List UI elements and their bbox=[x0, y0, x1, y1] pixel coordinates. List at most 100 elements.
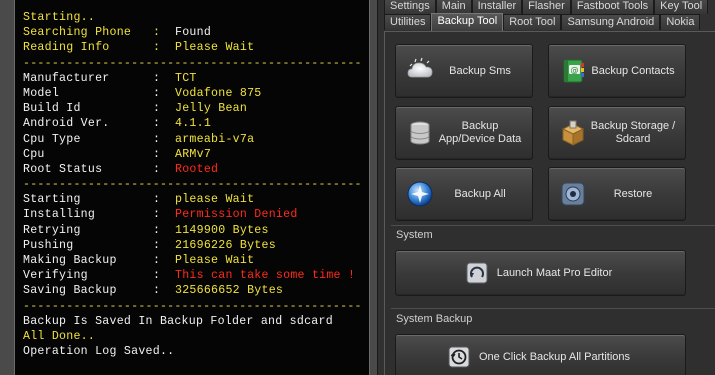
console-separator: ----------------------------------------… bbox=[23, 178, 362, 192]
console-key: Installing bbox=[23, 208, 96, 222]
contacts-book-icon: @ bbox=[559, 57, 587, 85]
console-kv-line: Cpu: ARMv7 bbox=[23, 147, 369, 162]
console-value: please Wait bbox=[175, 193, 255, 207]
console-key: Manufacturer bbox=[23, 71, 110, 85]
system-section-label: System bbox=[396, 229, 433, 241]
tab-main[interactable]: Main bbox=[435, 0, 472, 14]
tab-root-tool[interactable]: Root Tool bbox=[503, 14, 562, 30]
console-key: Verifying bbox=[23, 269, 88, 283]
one-click-backup-label: One Click Backup All Partitions bbox=[478, 350, 630, 363]
storage-box-icon bbox=[559, 119, 587, 147]
console-kv-line: Verifying: This can take some time ! bbox=[23, 268, 369, 283]
console-value: Permission Denied bbox=[175, 208, 298, 222]
console-key: Build Id bbox=[23, 102, 81, 116]
console-value: armeabi-v7a bbox=[175, 132, 255, 146]
restore-icon bbox=[559, 180, 587, 208]
console-kv-line: Searching Phone: Found bbox=[23, 25, 369, 40]
launch-maat-editor-label: Launch Maat Pro Editor bbox=[496, 266, 613, 279]
history-clock-icon bbox=[445, 343, 473, 371]
system-backup-section-label: System Backup bbox=[396, 313, 473, 325]
console-key: Retrying bbox=[23, 223, 81, 237]
console-kv-line: Saving Backup:325666652 Bytes bbox=[23, 283, 369, 298]
console-kv-line: Cpu Type: armeabi-v7a bbox=[23, 132, 369, 147]
console-value: TCT bbox=[175, 71, 197, 85]
console-key: Cpu bbox=[23, 147, 45, 161]
console-key: Pushing bbox=[23, 238, 74, 252]
console-kv-line: Android Ver.:4.1.1 bbox=[23, 116, 369, 131]
console-key: Starting bbox=[23, 193, 81, 207]
console-kv-line: Pushing:21696226 Bytes bbox=[23, 238, 369, 253]
tab-fastboot-tools[interactable]: Fastboot Tools bbox=[570, 0, 655, 14]
console-line: Backup Is Saved In Backup Folder and sdc… bbox=[23, 314, 333, 328]
one-click-backup-button[interactable]: One Click Backup All Partitions bbox=[395, 334, 686, 375]
tab-backup-tool[interactable]: Backup Tool bbox=[431, 13, 504, 31]
tab-settings[interactable]: Settings bbox=[384, 0, 436, 14]
app-window: Starting.. Searching Phone: Found Reading I… bbox=[0, 0, 715, 375]
console-colon: : bbox=[153, 284, 161, 298]
console-line: Starting.. bbox=[23, 11, 96, 24]
tab-key-tool[interactable]: Key Tool bbox=[654, 0, 709, 14]
console-colon: : bbox=[153, 86, 161, 100]
console-kv-line: Making Backup: Please Wait bbox=[23, 253, 369, 268]
console-colon: : bbox=[153, 132, 161, 146]
console-colon: : bbox=[153, 26, 161, 40]
tab-installer[interactable]: Installer bbox=[471, 0, 523, 14]
backup-app-data-label: Backup App/Device Data bbox=[438, 120, 522, 145]
backup-storage-label: Backup Storage / Sdcard bbox=[590, 120, 676, 145]
console-kv-line: Build Id: Jelly Bean bbox=[23, 101, 369, 116]
backup-contacts-label: Backup Contacts bbox=[591, 64, 675, 77]
system-backup-section-line bbox=[391, 308, 715, 309]
backup-contacts-button[interactable]: @ Backup Contacts bbox=[548, 44, 686, 98]
backup-sms-label: Backup Sms bbox=[449, 64, 511, 77]
tab-nokia[interactable]: Nokia bbox=[660, 14, 701, 30]
console-key: Model bbox=[23, 86, 60, 100]
console-value: Please Wait bbox=[175, 41, 255, 55]
tab-row-bottom: Utilities Backup Tool Root Tool Samsung And… bbox=[384, 13, 701, 31]
console-log: Starting.. Searching Phone: Found Reading I… bbox=[14, 0, 370, 375]
restore-button[interactable]: Restore bbox=[548, 167, 686, 221]
console-value: Jelly Bean bbox=[175, 102, 248, 116]
console-colon: : bbox=[153, 117, 161, 131]
console-kv-line: Reading Info: Please Wait bbox=[23, 40, 369, 55]
backup-tool-pane: Backup Sms @ Backup Contacts Backup App/… bbox=[384, 31, 715, 375]
console-separator: ----------------------------------------… bbox=[23, 299, 362, 313]
console-value: Vodafone 875 bbox=[175, 86, 262, 100]
console-key: Reading Info bbox=[23, 41, 110, 55]
backup-storage-button[interactable]: Backup Storage / Sdcard bbox=[548, 106, 686, 160]
console-value: Rooted bbox=[175, 162, 219, 176]
tab-flasher[interactable]: Flasher bbox=[522, 0, 571, 14]
console-colon: : bbox=[153, 238, 161, 252]
console-value: 21696226 Bytes bbox=[175, 238, 276, 252]
editor-icon bbox=[463, 259, 491, 287]
console-kv-line: Manufacturer: TCT bbox=[23, 71, 369, 86]
console-key: Making Backup bbox=[23, 254, 117, 267]
console-key: Searching Phone bbox=[23, 26, 132, 40]
backup-sms-button[interactable]: Backup Sms bbox=[395, 44, 533, 98]
console-frame: Starting.. Searching Phone: Found Reading I… bbox=[0, 0, 378, 375]
backup-all-button[interactable]: Backup All bbox=[395, 167, 533, 221]
database-icon bbox=[406, 119, 434, 147]
tool-panel: Settings Main Installer Flasher Fastboot Too… bbox=[378, 0, 715, 375]
launch-maat-editor-button[interactable]: Launch Maat Pro Editor bbox=[395, 250, 686, 296]
console-colon: : bbox=[153, 162, 161, 176]
console-value: This can take some time ! bbox=[175, 269, 356, 283]
backup-all-label: Backup All bbox=[454, 187, 506, 200]
console-value: ARMv7 bbox=[175, 147, 212, 161]
console-line: Operation Log Saved.. bbox=[23, 345, 175, 359]
console-colon: : bbox=[153, 269, 161, 283]
tab-utilities[interactable]: Utilities bbox=[384, 14, 432, 30]
console-kv-line: Retrying:1149900 Bytes bbox=[23, 223, 369, 238]
tab-row-top: Settings Main Installer Flasher Fastboot Too… bbox=[384, 0, 709, 14]
backup-app-data-button[interactable]: Backup App/Device Data bbox=[395, 106, 533, 160]
console-colon: : bbox=[153, 147, 161, 161]
console-colon: : bbox=[153, 208, 161, 222]
svg-text:@: @ bbox=[571, 66, 579, 75]
console-key: Saving Backup bbox=[23, 284, 117, 298]
console-separator: ----------------------------------------… bbox=[23, 56, 362, 70]
console-value: Found bbox=[175, 26, 212, 40]
console-value: 325666652 Bytes bbox=[175, 284, 284, 298]
console-colon: : bbox=[153, 223, 161, 237]
tab-samsung-android[interactable]: Samsung Android bbox=[561, 14, 661, 30]
console-key: Cpu Type bbox=[23, 132, 81, 146]
console-kv-line: Starting: please Wait bbox=[23, 192, 369, 207]
